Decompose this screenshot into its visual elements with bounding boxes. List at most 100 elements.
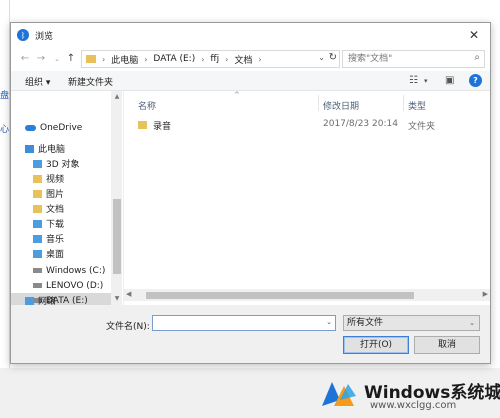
column-header-name[interactable]: 名称 [138,99,156,112]
chevron-right-icon[interactable]: › [225,55,228,64]
background-text: 心 [0,125,10,135]
breadcrumb[interactable]: › 此电脑 › DATA (E:) › ffj › 文档 › ⌄ ↻ [81,50,340,68]
chevron-down-icon[interactable]: ⌄ [326,318,332,326]
search-icon[interactable]: ⌕ [474,52,480,63]
sidebar-item-label: 桌面 [46,250,65,260]
file-name: 录音 [153,122,172,132]
breadcrumb-segment[interactable]: 此电脑 [111,53,138,66]
sidebar-item-this-pc[interactable]: 此电脑 [11,141,111,156]
navigation-pane: OneDrive 此电脑 3D 对象 视频 图片 文档 下载 音乐 桌面 Win… [11,91,123,305]
desktop-folder-icon [33,249,42,258]
sidebar-item-label: 网络 [38,297,57,307]
command-toolbar: 组织 ▾ 新建文件夹 ☷ ▾ ▣ ? [11,71,490,91]
breadcrumb-segment[interactable]: 文档 [234,53,252,66]
address-bar: ← → ⌄ ↑ › 此电脑 › DATA (E:) › ffj › 文档 › ⌄… [11,47,490,71]
back-arrow-icon[interactable]: ← [19,51,31,67]
chevron-down-icon[interactable]: ⌄ [469,316,475,330]
chevron-right-icon[interactable]: › [258,55,261,64]
filetype-select[interactable]: 所有文件 ⌄ [343,315,480,331]
computer-icon [25,144,34,153]
sidebar-item-videos[interactable]: 视频 [11,171,111,186]
sidebar-item-downloads[interactable]: 下载 [11,216,111,231]
up-arrow-icon[interactable]: ↑ [65,51,77,67]
downloads-folder-icon [33,219,42,228]
chevron-right-icon[interactable]: › [201,55,204,64]
scroll-right-arrow-icon[interactable]: ▶ [483,290,488,298]
scrollbar-thumb[interactable] [113,199,121,274]
column-divider[interactable] [403,95,404,111]
scroll-up-arrow-icon[interactable]: ▲ [112,93,122,101]
sidebar-item-label: 此电脑 [38,145,66,155]
sidebar-item-label: LENOVO (D:) [46,280,104,291]
filename-combobox[interactable]: ⌄ [152,315,336,331]
sidebar-item-network[interactable]: 网络 [11,293,111,308]
onedrive-icon [25,124,36,131]
title-bar: ᛒ 浏览 ✕ [11,23,490,47]
video-folder-icon [33,174,42,183]
folder-icon [86,55,96,63]
bluetooth-icon: ᛒ [17,29,29,41]
column-header-date[interactable]: 修改日期 [323,99,359,112]
drive-icon [33,283,42,288]
sidebar-item-label: 下载 [46,220,65,230]
filename-label: 文件名(N): [106,322,150,332]
breadcrumb-segment[interactable]: ffj [210,54,219,64]
sidebar-item-3d-objects[interactable]: 3D 对象 [11,156,111,171]
chevron-right-icon[interactable]: › [102,55,105,64]
sidebar-item-label: 图片 [46,190,65,200]
help-icon[interactable]: ? [469,74,482,87]
column-header-type[interactable]: 类型 [408,99,426,112]
sidebar-item-label: 3D 对象 [46,160,80,170]
new-folder-button[interactable]: 新建文件夹 [68,75,113,88]
filetype-selected-value: 所有文件 [347,318,384,328]
refresh-icon[interactable]: ↻ [329,52,337,63]
sort-ascending-icon: ^ [234,91,240,99]
folder-3d-icon [33,159,42,168]
preview-pane-icon[interactable]: ▣ [445,75,454,86]
open-button[interactable]: 打开(O) [343,336,409,354]
filename-field[interactable] [153,316,323,330]
scroll-down-arrow-icon[interactable]: ▼ [112,295,122,303]
column-divider[interactable] [318,95,319,111]
sidebar-item-label: 音乐 [46,235,65,245]
breadcrumb-segment[interactable]: DATA (E:) [153,54,195,64]
drive-icon [33,268,42,273]
view-options-icon[interactable]: ☷ [409,75,418,86]
watermark: Windows系统城 www.wxclgg.com [318,374,500,418]
scroll-left-arrow-icon[interactable]: ◀ [126,290,131,298]
file-type: 文件夹 [408,122,436,132]
sidebar-item-pictures[interactable]: 图片 [11,186,111,201]
dialog-title: 浏览 [35,31,54,42]
browse-dialog: ᛒ 浏览 ✕ ← → ⌄ ↑ › 此电脑 › DATA (E:) › ffj ›… [10,22,491,364]
network-icon [25,296,34,305]
sidebar-item-music[interactable]: 音乐 [11,231,111,246]
search-input[interactable] [343,51,463,67]
background-window-edge [0,0,10,418]
organize-menu-button[interactable]: 组织 ▾ [25,75,50,88]
sidebar-item-label: OneDrive [40,122,83,133]
sidebar-item-desktop[interactable]: 桌面 [11,246,111,261]
background-text: 盘 [0,91,10,101]
list-item[interactable]: 录音 2017/8/23 20:14 文件夹 [138,117,478,133]
sidebar-item-drive-c[interactable]: Windows (C:) [11,263,111,278]
sidebar-item-label: Windows (C:) [46,265,106,276]
cancel-button[interactable]: 取消 [414,336,480,354]
chevron-right-icon[interactable]: › [144,55,147,64]
recent-locations-chevron-icon[interactable]: ⌄ [51,51,63,67]
sidebar-item-label: 视频 [46,175,65,185]
chevron-down-icon[interactable]: ▾ [424,77,428,85]
file-list: ^ 名称 修改日期 类型 录音 2017/8/23 20:14 文件夹 ◀ ▶ [124,91,490,305]
scrollbar-thumb[interactable] [146,292,414,299]
forward-arrow-icon[interactable]: → [35,51,47,67]
music-folder-icon [33,234,42,243]
windows-logo-icon [322,382,356,406]
close-button[interactable]: ✕ [466,27,482,43]
file-modified-date: 2017/8/23 20:14 [323,119,398,129]
search-box[interactable]: ⌕ [342,50,485,68]
sidebar-item-drive-d[interactable]: LENOVO (D:) [11,278,111,293]
sidebar-item-documents[interactable]: 文档 [11,201,111,216]
horizontal-scrollbar[interactable]: ◀ ▶ [124,289,490,301]
sidebar-item-onedrive[interactable]: OneDrive [11,120,111,135]
folder-icon [138,121,147,129]
chevron-down-icon[interactable]: ⌄ [318,53,325,62]
